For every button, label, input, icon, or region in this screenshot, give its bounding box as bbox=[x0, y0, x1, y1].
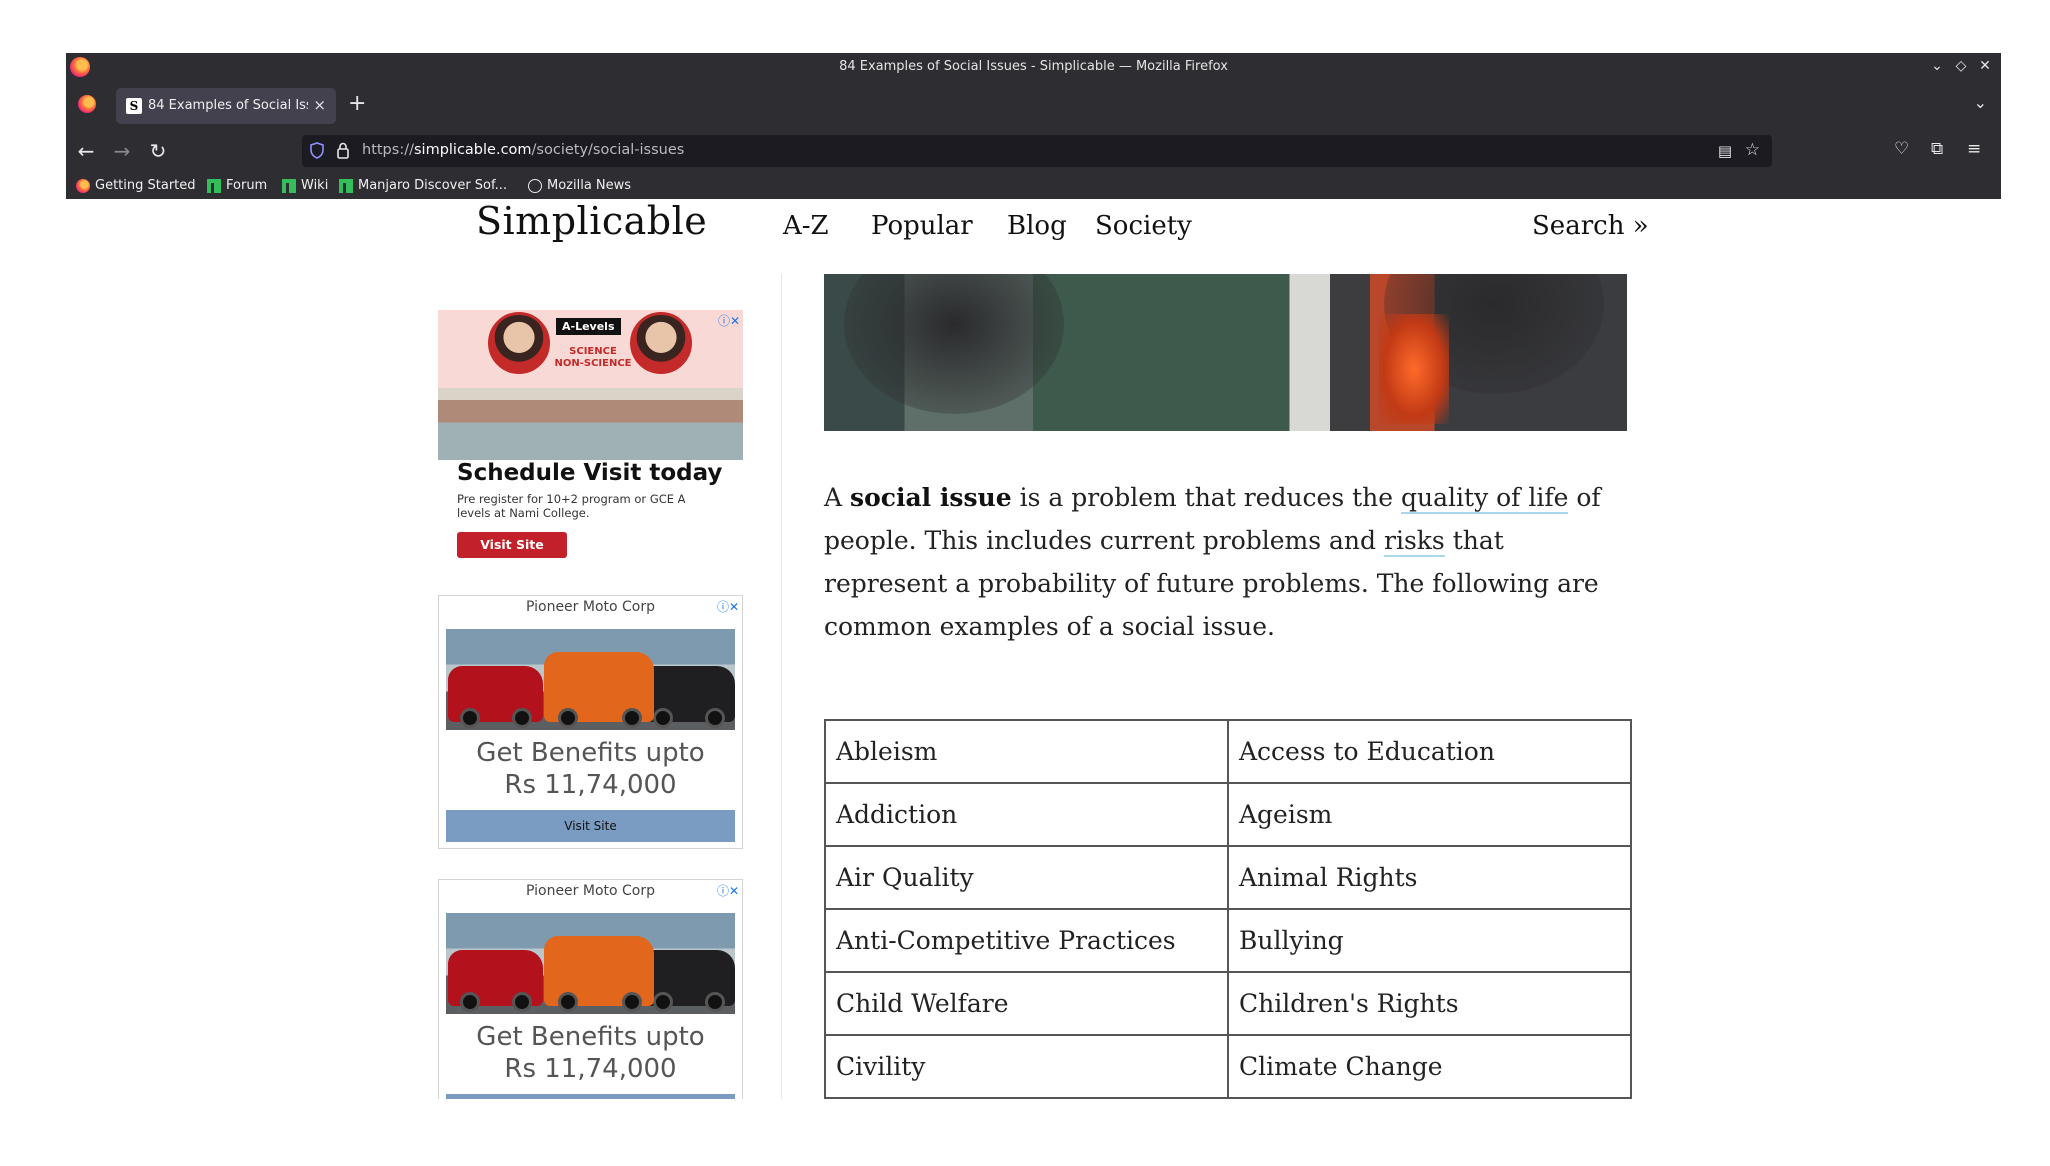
extensions-icon[interactable]: ⧉ bbox=[1931, 139, 1943, 159]
new-tab-icon[interactable]: + bbox=[348, 91, 366, 116]
table-cell: Bullying bbox=[1227, 908, 1632, 973]
list-tabs-chevron-icon[interactable]: ⌄ bbox=[1974, 93, 1987, 112]
ad-car-image bbox=[446, 629, 735, 730]
ad-headline: Get Benefits upto Rs 11,74,000 bbox=[476, 1022, 705, 1084]
ad-badge: A-Levels bbox=[556, 318, 621, 335]
tab-strip: S 84 Examples of Social Issues × + ⌄ bbox=[66, 81, 2001, 129]
table-cell: Climate Change bbox=[1227, 1034, 1632, 1099]
window-controls: ⌄ ◇ ✕ bbox=[1929, 57, 1993, 75]
manjaro-icon bbox=[282, 178, 296, 193]
ad-visit-site-button[interactable] bbox=[446, 1094, 735, 1099]
ad-moto[interactable]: Pioneer Moto Corp ⓘ✕ Get Benefits upto Rs… bbox=[438, 879, 743, 1099]
table-cell: Anti-Competitive Practices bbox=[824, 908, 1229, 973]
bookmark-getting-started[interactable]: Getting Started bbox=[76, 178, 196, 193]
article-intro: A social issue is a problem that reduces… bbox=[824, 483, 1601, 641]
ad-headline: Schedule Visit today bbox=[457, 460, 723, 486]
nav-az[interactable]: A-Z bbox=[783, 211, 829, 241]
table-cell: Civility bbox=[824, 1034, 1229, 1099]
social-issue-term: social issue bbox=[850, 483, 1012, 512]
bookmark-manjaro-discover[interactable]: Manjaro Discover Sof... bbox=[339, 178, 507, 193]
nav-blog[interactable]: Blog bbox=[1007, 211, 1067, 241]
table-cell: Ageism bbox=[1227, 782, 1632, 847]
tab-label: 84 Examples of Social Issues bbox=[148, 98, 308, 113]
firefox-icon bbox=[76, 178, 90, 193]
table-row: Air Quality Animal Rights bbox=[824, 845, 1632, 910]
url-text[interactable]: https://simplicable.com/society/social-i… bbox=[362, 142, 684, 158]
back-icon[interactable]: ← bbox=[72, 137, 100, 165]
tab-close-icon[interactable]: × bbox=[313, 96, 326, 114]
table-cell bbox=[1227, 1097, 1632, 1099]
lock-icon[interactable] bbox=[336, 142, 350, 159]
table-row: Ableism Access to Education bbox=[824, 719, 1632, 784]
navigation-bar: ← → ↻ https://simplicable.com/society/so… bbox=[66, 129, 2001, 173]
ad-sponsor: Pioneer Moto Corp bbox=[525, 599, 656, 615]
nav-society[interactable]: Society bbox=[1095, 211, 1192, 241]
risks-link[interactable]: risks bbox=[1384, 526, 1445, 557]
ad-choices-icon[interactable]: ⓘ✕ bbox=[717, 882, 739, 899]
ad-moto[interactable]: Pioneer Moto Corp ⓘ✕ Get Benefits upto Rs… bbox=[438, 595, 743, 849]
ad-choices-icon[interactable]: ⓘ✕ bbox=[718, 312, 740, 329]
ad-choices-icon[interactable]: ⓘ✕ bbox=[717, 598, 739, 615]
bookmark-star-icon[interactable]: ☆ bbox=[1745, 140, 1760, 160]
table-cell: Addiction bbox=[824, 782, 1229, 847]
manjaro-icon bbox=[339, 178, 353, 193]
menu-icon[interactable]: ≡ bbox=[1967, 139, 1981, 159]
ad-sponsor: Pioneer Moto Corp bbox=[525, 883, 656, 899]
firefox-view-icon[interactable] bbox=[78, 95, 96, 113]
table-cell: Access to Education bbox=[1227, 719, 1632, 784]
search-link[interactable]: Search » bbox=[1532, 211, 1649, 241]
ad-science-text: SCIENCE NON-SCIENCE bbox=[554, 346, 632, 369]
ad-image: A-Levels SCIENCE NON-SCIENCE bbox=[438, 310, 743, 460]
quality-of-life-link[interactable]: quality of life bbox=[1401, 483, 1569, 514]
maximize-icon[interactable]: ◇ bbox=[1953, 57, 1969, 75]
issues-table: Ableism Access to Education Addiction Ag… bbox=[824, 719, 1632, 1099]
table-cell: Children's Rights bbox=[1227, 971, 1632, 1036]
globe-icon bbox=[528, 178, 542, 193]
reader-view-icon[interactable]: ▤ bbox=[1718, 142, 1732, 160]
tab-active[interactable]: S 84 Examples of Social Issues × bbox=[116, 88, 336, 124]
nav-popular[interactable]: Popular bbox=[871, 211, 973, 241]
table-cell: Child Welfare bbox=[824, 971, 1229, 1036]
table-row: Child Welfare Children's Rights bbox=[824, 971, 1632, 1036]
manjaro-icon bbox=[207, 178, 221, 193]
table-cell: Air Quality bbox=[824, 845, 1229, 910]
table-row: Anti-Competitive Practices Bullying bbox=[824, 908, 1632, 973]
minimize-icon[interactable]: ⌄ bbox=[1929, 57, 1945, 75]
table-row: Civility Climate Change bbox=[824, 1034, 1632, 1099]
browser-window: 84 Examples of Social Issues - Simplicab… bbox=[66, 53, 2001, 1099]
ad-college[interactable]: A-Levels SCIENCE NON-SCIENCE ⓘ✕ Schedule … bbox=[438, 310, 743, 570]
window-title: 84 Examples of Social Issues - Simplicab… bbox=[839, 59, 1228, 74]
table-cell: Animal Rights bbox=[1227, 845, 1632, 910]
bookmarks-toolbar: Getting Started Forum Wiki Manjaro Disco… bbox=[66, 173, 2001, 199]
bookmark-forum[interactable]: Forum bbox=[207, 178, 267, 193]
bookmark-wiki[interactable]: Wiki bbox=[282, 178, 328, 193]
ad-visit-site-button[interactable]: Visit Site bbox=[457, 532, 567, 558]
table-cell bbox=[824, 1097, 1229, 1099]
pocket-icon[interactable]: ♡ bbox=[1894, 139, 1909, 159]
ad-portrait bbox=[630, 312, 692, 374]
ad-portrait bbox=[488, 312, 550, 374]
bookmark-mozilla-news[interactable]: Mozilla News bbox=[528, 178, 631, 193]
ad-description: Pre register for 10+2 program or GCE A l… bbox=[457, 492, 686, 520]
web-page: Simplicable A-Z Popular Blog Society Sea… bbox=[66, 199, 2001, 1099]
table-row: Addiction Ageism bbox=[824, 782, 1632, 847]
ad-visit-site-button[interactable]: Visit Site bbox=[446, 810, 735, 842]
ad-car-image bbox=[446, 913, 735, 1014]
reload-icon[interactable]: ↻ bbox=[144, 137, 172, 165]
site-favicon-icon: S bbox=[126, 98, 142, 114]
table-row bbox=[824, 1097, 1632, 1099]
ad-headline: Get Benefits upto Rs 11,74,000 bbox=[476, 738, 705, 800]
browser-chrome: 84 Examples of Social Issues - Simplicab… bbox=[66, 53, 2001, 199]
tracking-shield-icon[interactable] bbox=[310, 142, 324, 159]
hero-image bbox=[824, 274, 1627, 431]
close-window-icon[interactable]: ✕ bbox=[1977, 57, 1993, 75]
column-divider bbox=[781, 274, 782, 1099]
table-cell: Ableism bbox=[824, 719, 1229, 784]
forward-icon[interactable]: → bbox=[108, 137, 136, 165]
site-logo[interactable]: Simplicable bbox=[476, 199, 707, 243]
address-bar[interactable]: https://simplicable.com/society/social-i… bbox=[302, 135, 1772, 167]
title-bar: 84 Examples of Social Issues - Simplicab… bbox=[66, 53, 2001, 81]
